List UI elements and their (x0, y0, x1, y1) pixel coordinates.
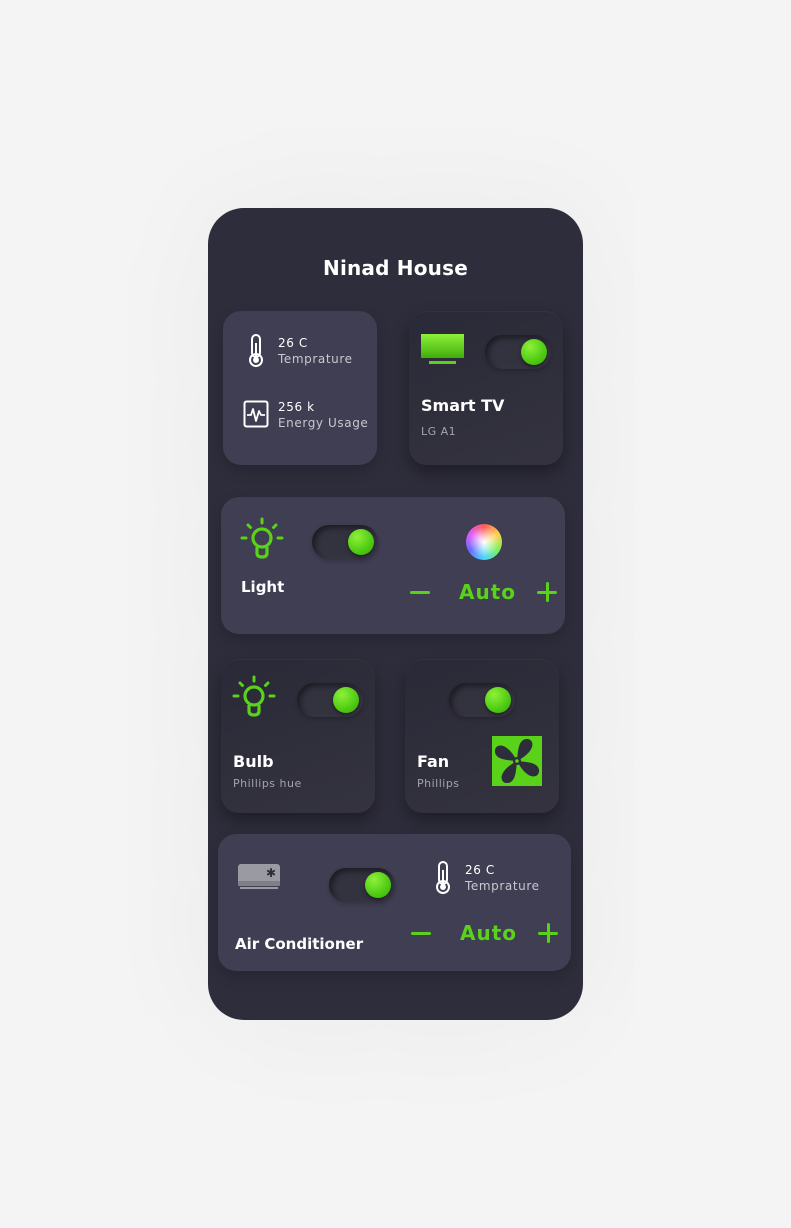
toggle-knob (521, 339, 547, 365)
thermometer-icon (432, 860, 454, 900)
bulb-toggle[interactable] (297, 683, 363, 717)
energy-chart-icon (243, 400, 269, 432)
ac-temperature-label: Temprature (465, 879, 540, 893)
smart-tv-name: Smart TV (421, 396, 505, 415)
bulb-card[interactable]: Bulb Phillips hue (221, 659, 375, 813)
temperature-label: Temprature (278, 352, 353, 366)
smart-tv-toggle[interactable] (485, 335, 551, 369)
color-wheel-icon[interactable] (466, 524, 502, 560)
light-mode: Auto (459, 580, 517, 604)
fan-model: Phillips (417, 777, 460, 790)
lightbulb-icon (232, 675, 276, 723)
svg-text:✱: ✱ (266, 866, 276, 880)
page-title: Ninad House (323, 256, 468, 280)
bulb-name: Bulb (233, 752, 274, 771)
energy-label: Energy Usage (278, 416, 369, 430)
toggle-knob (485, 687, 511, 713)
smart-tv-card[interactable]: Smart TV LG A1 (409, 311, 563, 465)
fan-name: Fan (417, 752, 450, 771)
ac-name: Air Conditioner (235, 935, 364, 953)
fan-card[interactable]: Fan Phillips (405, 659, 559, 813)
tv-icon (421, 332, 465, 370)
light-card[interactable]: Light Auto (221, 497, 565, 634)
light-name: Light (241, 578, 285, 596)
ac-toggle[interactable] (329, 868, 395, 902)
ac-increase-button[interactable] (538, 923, 558, 943)
fan-icon (492, 736, 542, 790)
toggle-knob (365, 872, 391, 898)
toggle-knob (333, 687, 359, 713)
smart-tv-model: LG A1 (421, 425, 457, 438)
thermometer-icon (245, 333, 267, 373)
light-decrease-button[interactable] (410, 591, 430, 594)
lightbulb-icon (240, 517, 284, 565)
light-increase-button[interactable] (537, 582, 557, 602)
ac-temperature-value: 26 C (465, 863, 495, 877)
air-conditioner-card[interactable]: ✱ Air Conditioner 26 C Temprature Auto (218, 834, 571, 971)
energy-value: 256 k (278, 400, 315, 414)
ac-decrease-button[interactable] (411, 932, 431, 935)
light-toggle[interactable] (312, 525, 378, 559)
ac-mode: Auto (460, 921, 518, 945)
fan-toggle[interactable] (449, 683, 515, 717)
app-screen: Ninad House 26 C Temprature 256 k Energy… (208, 208, 583, 1020)
air-conditioner-icon: ✱ (238, 864, 282, 896)
temperature-value: 26 C (278, 336, 308, 350)
toggle-knob (348, 529, 374, 555)
stats-card: 26 C Temprature 256 k Energy Usage (223, 311, 377, 465)
bulb-model: Phillips hue (233, 777, 302, 790)
